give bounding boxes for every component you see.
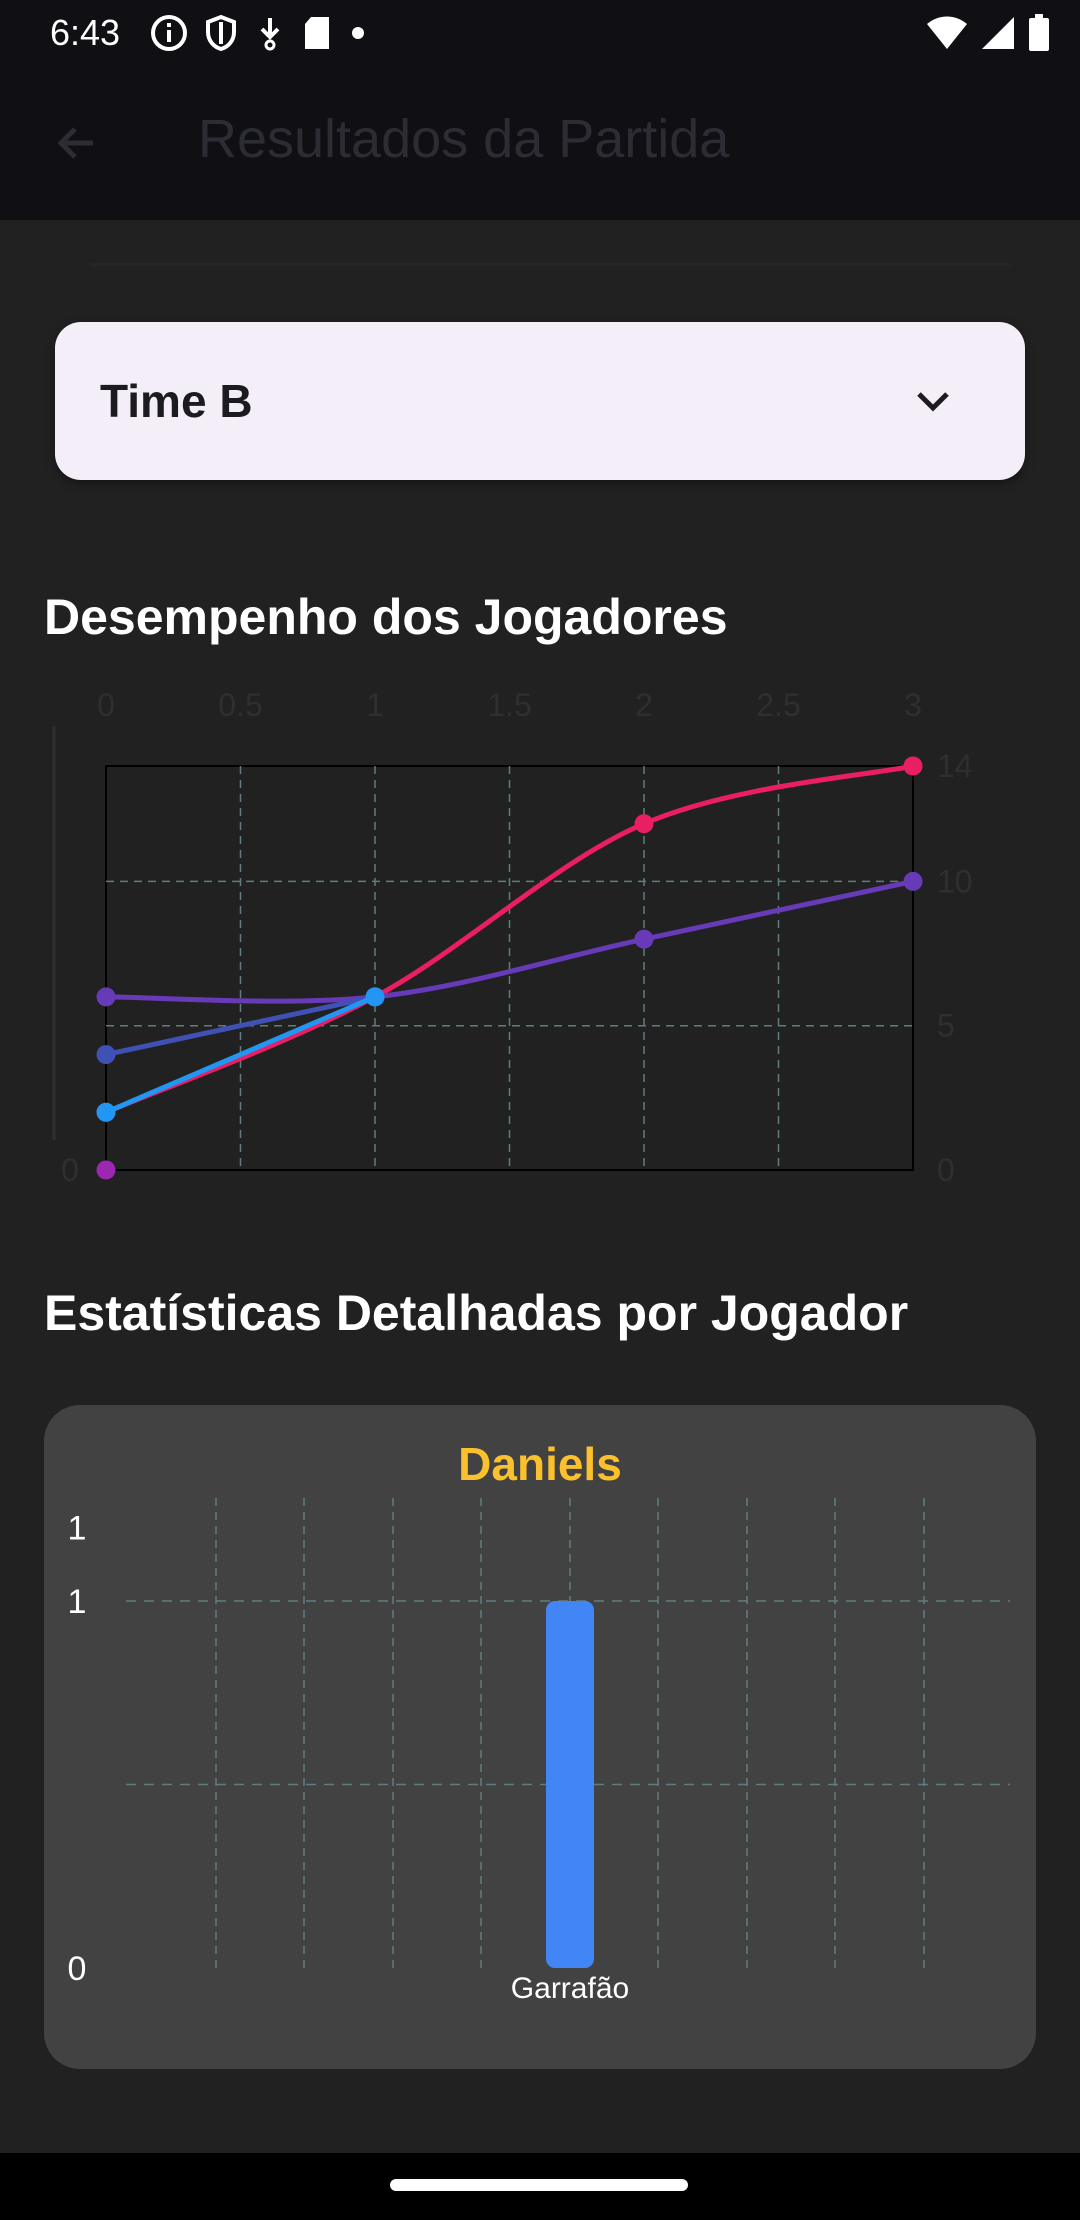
chevron-down-icon	[917, 392, 949, 412]
performance-section-title: Desempenho dos Jogadores	[44, 589, 728, 645]
arrow-left-icon	[57, 127, 93, 159]
system-nav-bar	[0, 2153, 1080, 2220]
sd-card-icon	[305, 17, 329, 49]
data-point	[903, 871, 923, 891]
y-tick-label-right: 14	[937, 748, 973, 784]
x-tick-label: 0	[97, 687, 115, 723]
x-tick-label: 3	[904, 687, 922, 723]
y-tick-label-right: 5	[937, 1008, 955, 1044]
player-bar-chart: 1 1 0 Garrafão	[68, 1498, 1010, 2005]
y-tick-label: 1	[68, 1583, 87, 1621]
battery-icon	[1029, 14, 1049, 51]
x-tick-label: 2	[635, 687, 653, 723]
x-tick-label: 1.5	[487, 687, 531, 723]
x-tick-label: 2.5	[756, 687, 800, 723]
shield-icon	[206, 14, 236, 52]
y-tick-label-left: 0	[61, 1152, 79, 1188]
home-indicator[interactable]	[390, 2179, 688, 2191]
status-bar: 6:43	[0, 0, 1080, 66]
x-tick-label: 0.5	[218, 687, 262, 723]
y-tick-label-right: 10	[937, 863, 973, 899]
info-circle-icon	[151, 15, 187, 51]
x-tick-label: 1	[366, 687, 384, 723]
team-dropdown[interactable]: Time B	[55, 322, 1025, 480]
dot-icon	[352, 27, 364, 39]
data-point	[634, 929, 654, 949]
wifi-icon	[927, 16, 967, 49]
data-point	[903, 756, 923, 776]
data-point	[96, 1045, 116, 1065]
status-icons-left	[150, 12, 368, 54]
data-point	[96, 1160, 116, 1180]
divider	[90, 263, 1010, 266]
back-button[interactable]	[40, 106, 114, 180]
data-point	[634, 814, 654, 834]
line-series-5	[96, 1160, 116, 1180]
performance-line-chart: 0 0.5 1 1.5 2 2.5 3 0 5 10 14 0	[52, 687, 973, 1188]
data-point	[365, 987, 385, 1007]
stats-section-title: Estatísticas Detalhadas por Jogador	[44, 1285, 909, 1341]
y-tick-label: 1	[68, 1510, 87, 1548]
y-tick-label: 0	[68, 1950, 87, 1988]
player-stats-card: 1 1 0 Garrafão Daniels	[44, 1405, 1036, 2069]
download-icon	[260, 18, 280, 51]
cellular-signal-icon	[982, 17, 1014, 49]
y-tick-label-right: 0	[937, 1152, 955, 1188]
player-name: Daniels	[458, 1438, 622, 1490]
status-time: 6:43	[50, 12, 121, 53]
team-dropdown-value: Time B	[100, 375, 253, 427]
data-point	[96, 987, 116, 1007]
bar	[546, 1601, 594, 1968]
data-point	[96, 1102, 116, 1122]
status-icons-right	[926, 12, 1050, 54]
x-category-label: Garrafão	[511, 1972, 629, 2005]
app-bar: Resultados da Partida	[0, 66, 1080, 220]
page-title: Resultados da Partida	[198, 109, 730, 169]
